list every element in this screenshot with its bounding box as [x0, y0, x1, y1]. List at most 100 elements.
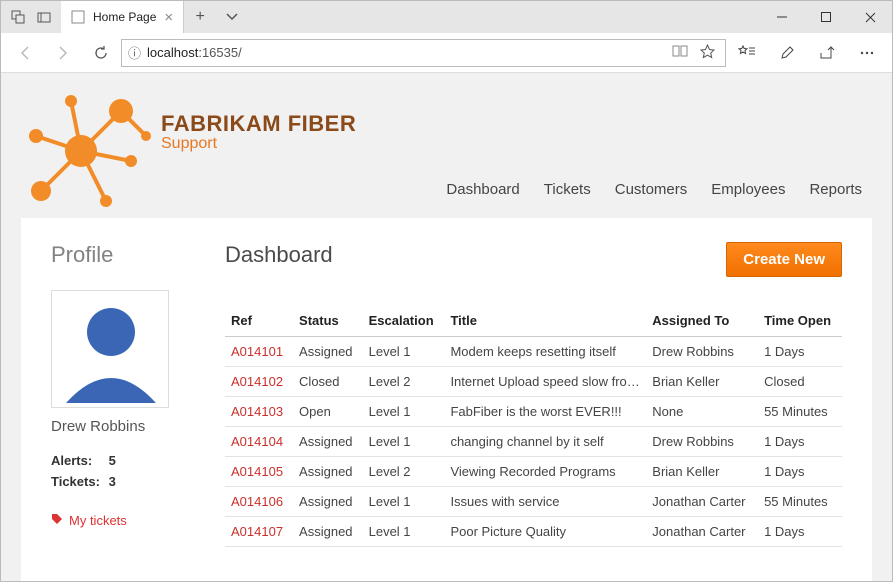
cell-title: Viewing Recorded Programs [444, 457, 646, 487]
tickets-table: Ref Status Escalation Title Assigned To … [225, 305, 842, 547]
nav-dashboard[interactable]: Dashboard [446, 181, 519, 198]
table-row[interactable]: A014106AssignedLevel 1Issues with servic… [225, 487, 842, 517]
col-ref[interactable]: Ref [225, 305, 293, 337]
cell-status: Open [293, 397, 363, 427]
site-header: FABRIKAM FIBER Support Dashboard Tickets… [1, 73, 892, 218]
create-new-button[interactable]: Create New [726, 242, 842, 277]
window-maximize-button[interactable] [804, 1, 848, 33]
cell-status: Closed [293, 367, 363, 397]
cell-escalation: Level 2 [363, 367, 445, 397]
alerts-label: Alerts: [51, 453, 105, 468]
col-title[interactable]: Title [444, 305, 646, 337]
back-button[interactable] [7, 35, 43, 71]
tickets-value: 3 [109, 474, 163, 489]
cell-timeopen: Closed [758, 367, 842, 397]
cell-ref[interactable]: A014106 [225, 487, 293, 517]
tab-actions-icon[interactable] [5, 4, 31, 30]
col-status[interactable]: Status [293, 305, 363, 337]
my-tickets-label: My tickets [69, 513, 127, 528]
brand-logo-icon [11, 81, 171, 224]
col-assigned[interactable]: Assigned To [646, 305, 758, 337]
col-escalation[interactable]: Escalation [363, 305, 445, 337]
cell-assigned: Jonathan Carter [646, 517, 758, 547]
table-row[interactable]: A014107AssignedLevel 1Poor Picture Quali… [225, 517, 842, 547]
cell-escalation: Level 1 [363, 517, 445, 547]
cell-escalation: Level 1 [363, 487, 445, 517]
cell-escalation: Level 1 [363, 397, 445, 427]
profile-stats: Alerts: 5 Tickets: 3 [51, 453, 191, 489]
cell-title: Poor Picture Quality [444, 517, 646, 547]
share-icon[interactable] [808, 35, 846, 71]
tab-close-icon[interactable]: × [164, 10, 173, 25]
profile-heading: Profile [51, 242, 191, 268]
url-input[interactable]: ⓘ localhost:16535/ [121, 39, 726, 67]
tickets-label: Tickets: [51, 474, 105, 489]
nav-employees[interactable]: Employees [711, 181, 785, 198]
window-close-button[interactable] [848, 1, 892, 33]
dashboard-heading: Dashboard [225, 242, 726, 268]
cell-title: Internet Upload speed slow from... [444, 367, 646, 397]
forward-button[interactable] [45, 35, 81, 71]
cell-ref[interactable]: A014104 [225, 427, 293, 457]
cell-escalation: Level 2 [363, 457, 445, 487]
alerts-value: 5 [109, 453, 163, 468]
refresh-button[interactable] [83, 35, 119, 71]
brand-logo-area: FABRIKAM FIBER Support [1, 81, 356, 224]
cell-status: Assigned [293, 427, 363, 457]
table-row[interactable]: A014105AssignedLevel 2Viewing Recorded P… [225, 457, 842, 487]
profile-name: Drew Robbins [51, 418, 191, 435]
cell-assigned: Drew Robbins [646, 427, 758, 457]
set-aside-tabs-icon[interactable] [31, 4, 57, 30]
cell-escalation: Level 1 [363, 337, 445, 367]
cell-ref[interactable]: A014103 [225, 397, 293, 427]
cell-ref[interactable]: A014102 [225, 367, 293, 397]
cell-ref[interactable]: A014107 [225, 517, 293, 547]
new-tab-button[interactable]: + [184, 1, 216, 33]
cell-ref[interactable]: A014105 [225, 457, 293, 487]
site-info-icon[interactable]: ⓘ [128, 43, 141, 62]
address-bar: ⓘ localhost:16535/ [1, 33, 892, 73]
window-minimize-button[interactable] [760, 1, 804, 33]
more-icon[interactable] [848, 35, 886, 71]
cell-status: Assigned [293, 337, 363, 367]
cell-title: FabFiber is the worst EVER!!! [444, 397, 646, 427]
my-tickets-link[interactable]: My tickets [51, 513, 191, 528]
reading-view-icon[interactable] [672, 44, 688, 62]
cell-assigned: Brian Keller [646, 367, 758, 397]
table-row[interactable]: A014103OpenLevel 1FabFiber is the worst … [225, 397, 842, 427]
table-row[interactable]: A014101AssignedLevel 1Modem keeps resett… [225, 337, 842, 367]
nav-customers[interactable]: Customers [615, 181, 688, 198]
favorites-list-icon[interactable] [728, 35, 766, 71]
page-viewport[interactable]: FABRIKAM FIBER Support Dashboard Tickets… [1, 73, 892, 581]
cell-escalation: Level 1 [363, 427, 445, 457]
tag-icon [51, 513, 63, 528]
table-row[interactable]: A014104AssignedLevel 1changing channel b… [225, 427, 842, 457]
cell-status: Assigned [293, 517, 363, 547]
main-nav: Dashboard Tickets Customers Employees Re… [446, 181, 862, 198]
cell-assigned: None [646, 397, 758, 427]
favorite-star-icon[interactable] [700, 44, 715, 62]
cell-title: Issues with service [444, 487, 646, 517]
avatar-icon [56, 298, 164, 403]
notes-icon[interactable] [768, 35, 806, 71]
tab-favicon [71, 10, 85, 24]
browser-tab[interactable]: Home Page × [61, 1, 184, 33]
brand-name: FABRIKAM FIBER [161, 111, 356, 137]
tabs-dropdown-icon[interactable] [216, 1, 248, 33]
cell-ref[interactable]: A014101 [225, 337, 293, 367]
cell-timeopen: 55 Minutes [758, 397, 842, 427]
table-header-row: Ref Status Escalation Title Assigned To … [225, 305, 842, 337]
cell-timeopen: 1 Days [758, 517, 842, 547]
profile-sidebar: Profile Drew Robbins Alerts: 5 Tickets: … [51, 242, 191, 581]
cell-assigned: Drew Robbins [646, 337, 758, 367]
cell-title: changing channel by it self [444, 427, 646, 457]
cell-timeopen: 1 Days [758, 427, 842, 457]
table-row[interactable]: A014102ClosedLevel 2Internet Upload spee… [225, 367, 842, 397]
brand-subtitle: Support [161, 135, 356, 153]
nav-tickets[interactable]: Tickets [544, 181, 591, 198]
cell-status: Assigned [293, 487, 363, 517]
col-timeopen[interactable]: Time Open [758, 305, 842, 337]
content-area: Profile Drew Robbins Alerts: 5 Tickets: … [21, 218, 872, 581]
nav-reports[interactable]: Reports [809, 181, 862, 198]
cell-assigned: Jonathan Carter [646, 487, 758, 517]
